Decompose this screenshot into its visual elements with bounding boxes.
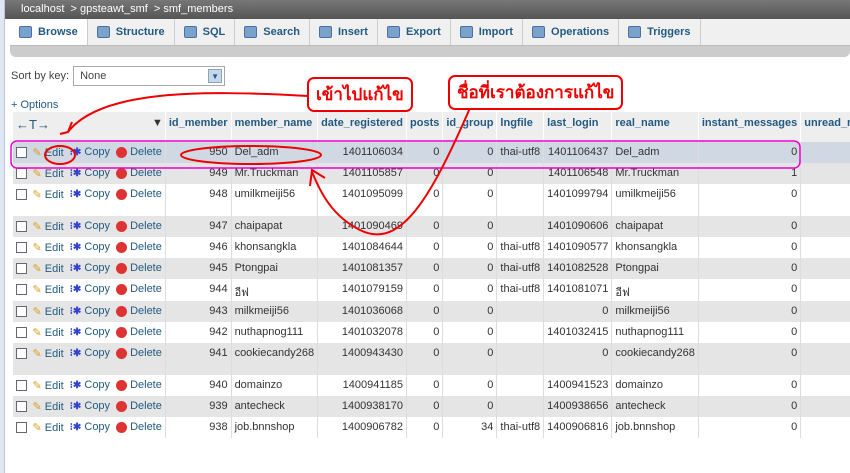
annotation-overlay bbox=[10, 92, 801, 236]
arrow-to-name bbox=[311, 107, 471, 236]
edit-circle bbox=[44, 145, 76, 165]
name-annotation: ชื่อที่เราต้องการแก้ไข bbox=[448, 75, 624, 110]
arrowhead-icon bbox=[59, 121, 73, 135]
highlight-row-box bbox=[10, 140, 801, 169]
name-circle bbox=[180, 145, 322, 165]
arrow-to-edit bbox=[67, 92, 309, 133]
edit-annotation: เข้าไปแก้ไข bbox=[307, 77, 413, 112]
